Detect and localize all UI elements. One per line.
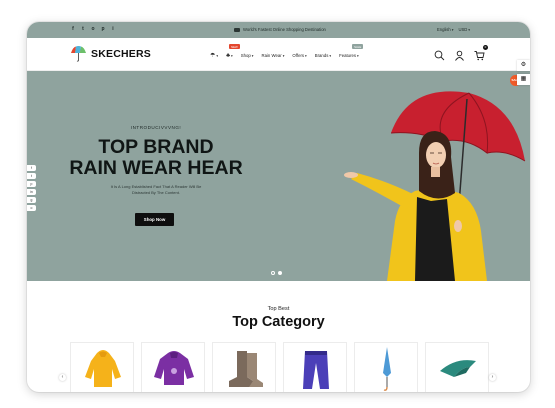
nav-features[interactable]: SALE Features ▾ (339, 44, 364, 59)
slider-dot[interactable] (271, 271, 275, 275)
cart-count-badge: 0 (483, 45, 488, 50)
hero-subtitle: It Is A Long Established Fact That A Rea… (27, 184, 285, 196)
category-card-rain-boots[interactable] (212, 342, 276, 392)
twitter-icon[interactable]: t (80, 26, 86, 33)
grid-icon[interactable]: ▦ (517, 74, 530, 85)
settings-icon[interactable]: ⚙ (517, 60, 530, 71)
currency-select[interactable]: USD (458, 27, 470, 32)
main-nav: ☂ ▾ NEW ♣ ▾ Shop ▾ Rain Wear ▾ Offers ▾ … (210, 44, 364, 59)
instagram-icon[interactable]: i (110, 26, 116, 33)
browser-frame: f t o p i World's Fastest Online Shoppin… (27, 22, 530, 392)
nav-dress[interactable]: NEW ♣ ▾ (226, 44, 240, 59)
shop-now-button[interactable]: Shop Now (135, 213, 174, 226)
hero-title-line: RAIN WEAR HEAR (69, 157, 243, 179)
pinterest-icon[interactable]: p (100, 26, 106, 33)
top-social-links: f t o p i (70, 26, 116, 33)
header-icons: 0 (434, 45, 488, 61)
chevron-down-icon: ▾ (357, 53, 359, 58)
google-icon[interactable]: g (27, 197, 36, 203)
instagram-icon[interactable]: o (27, 205, 36, 211)
hero-title-line: TOP BRAND (98, 136, 214, 158)
poncho-icon (440, 360, 476, 377)
pants-icon (303, 351, 329, 389)
umbrella-logo-icon (71, 46, 86, 62)
boots-icon (229, 351, 263, 387)
facebook-icon[interactable]: f (70, 26, 76, 33)
hero-subtitle-line: Distracted By The Content. (132, 190, 180, 195)
chevron-down-icon: ▾ (282, 53, 285, 58)
slider-dot-active[interactable] (278, 271, 282, 275)
category-title: Top Category (232, 314, 325, 330)
dress-icon: ♣ (226, 52, 231, 59)
category-pre-title: Top Best (267, 306, 290, 312)
hero-intro: INTRODUCIVVVNG! (130, 125, 182, 130)
category-card-rain-pants[interactable] (283, 342, 347, 392)
nav-brands[interactable]: Brands ▾ (315, 52, 331, 59)
top-bar-selectors: English USD (437, 27, 470, 32)
chevron-down-icon: ▾ (216, 53, 219, 58)
chevron-down-icon: ▾ (231, 53, 233, 58)
category-card-raincoat[interactable] (70, 342, 134, 392)
umbrella-icon: ☂ (210, 53, 216, 59)
carousel-next-button[interactable]: › (489, 374, 496, 381)
hero-model-image (344, 91, 526, 281)
category-card-poncho[interactable] (425, 342, 489, 392)
slider-dots (271, 271, 282, 275)
nav-offers[interactable]: Offers ▾ (292, 52, 306, 59)
nav-umbrella[interactable]: ☂ ▾ (210, 52, 218, 59)
user-icon[interactable] (454, 48, 465, 61)
category-card-purple-jacket[interactable] (141, 342, 205, 392)
nav-label: Offers (292, 53, 305, 58)
nav-rain-wear[interactable]: Rain Wear ▾ (261, 52, 284, 59)
nav-label: Features (339, 53, 357, 58)
site-header: SKECHERS ☂ ▾ NEW ♣ ▾ Shop ▾ Rain Wear ▾ … (27, 38, 530, 71)
jacket-icon (154, 351, 194, 385)
logo-text: SKECHERS (91, 47, 151, 60)
nav-label: Brands (314, 53, 329, 58)
language-select[interactable]: English (437, 27, 453, 32)
category-card-umbrella[interactable] (354, 342, 418, 392)
nav-label: Rain Wear (261, 53, 282, 58)
promo-text: World's Fastest Online Shopping Destinat… (234, 27, 326, 32)
chevron-down-icon: ▾ (305, 53, 307, 58)
chevron-down-icon: ▾ (329, 53, 332, 58)
carousel-prev-button[interactable]: ‹ (59, 374, 66, 381)
truck-icon (234, 27, 240, 32)
top-bar: f t o p i World's Fastest Online Shoppin… (27, 22, 530, 38)
youtube-icon[interactable]: o (90, 26, 96, 33)
nav-label: Shop (240, 53, 251, 58)
new-badge: NEW (229, 44, 240, 49)
logo[interactable]: SKECHERS (70, 45, 151, 62)
search-icon[interactable] (434, 48, 445, 61)
hero-banner: f t p in g o INTRODUCIVVVNG! TOP BRAND R… (27, 71, 530, 281)
hero-title: TOP BRAND RAIN WEAR HEAR (27, 137, 285, 179)
category-carousel (70, 342, 489, 392)
raincoat-icon (85, 350, 121, 387)
sale-badge: SALE (352, 44, 364, 49)
umbrella-icon (383, 347, 391, 391)
cart-icon[interactable]: 0 (474, 45, 488, 61)
chevron-down-icon: ▾ (251, 53, 254, 58)
nav-shop[interactable]: Shop ▾ (241, 52, 254, 59)
